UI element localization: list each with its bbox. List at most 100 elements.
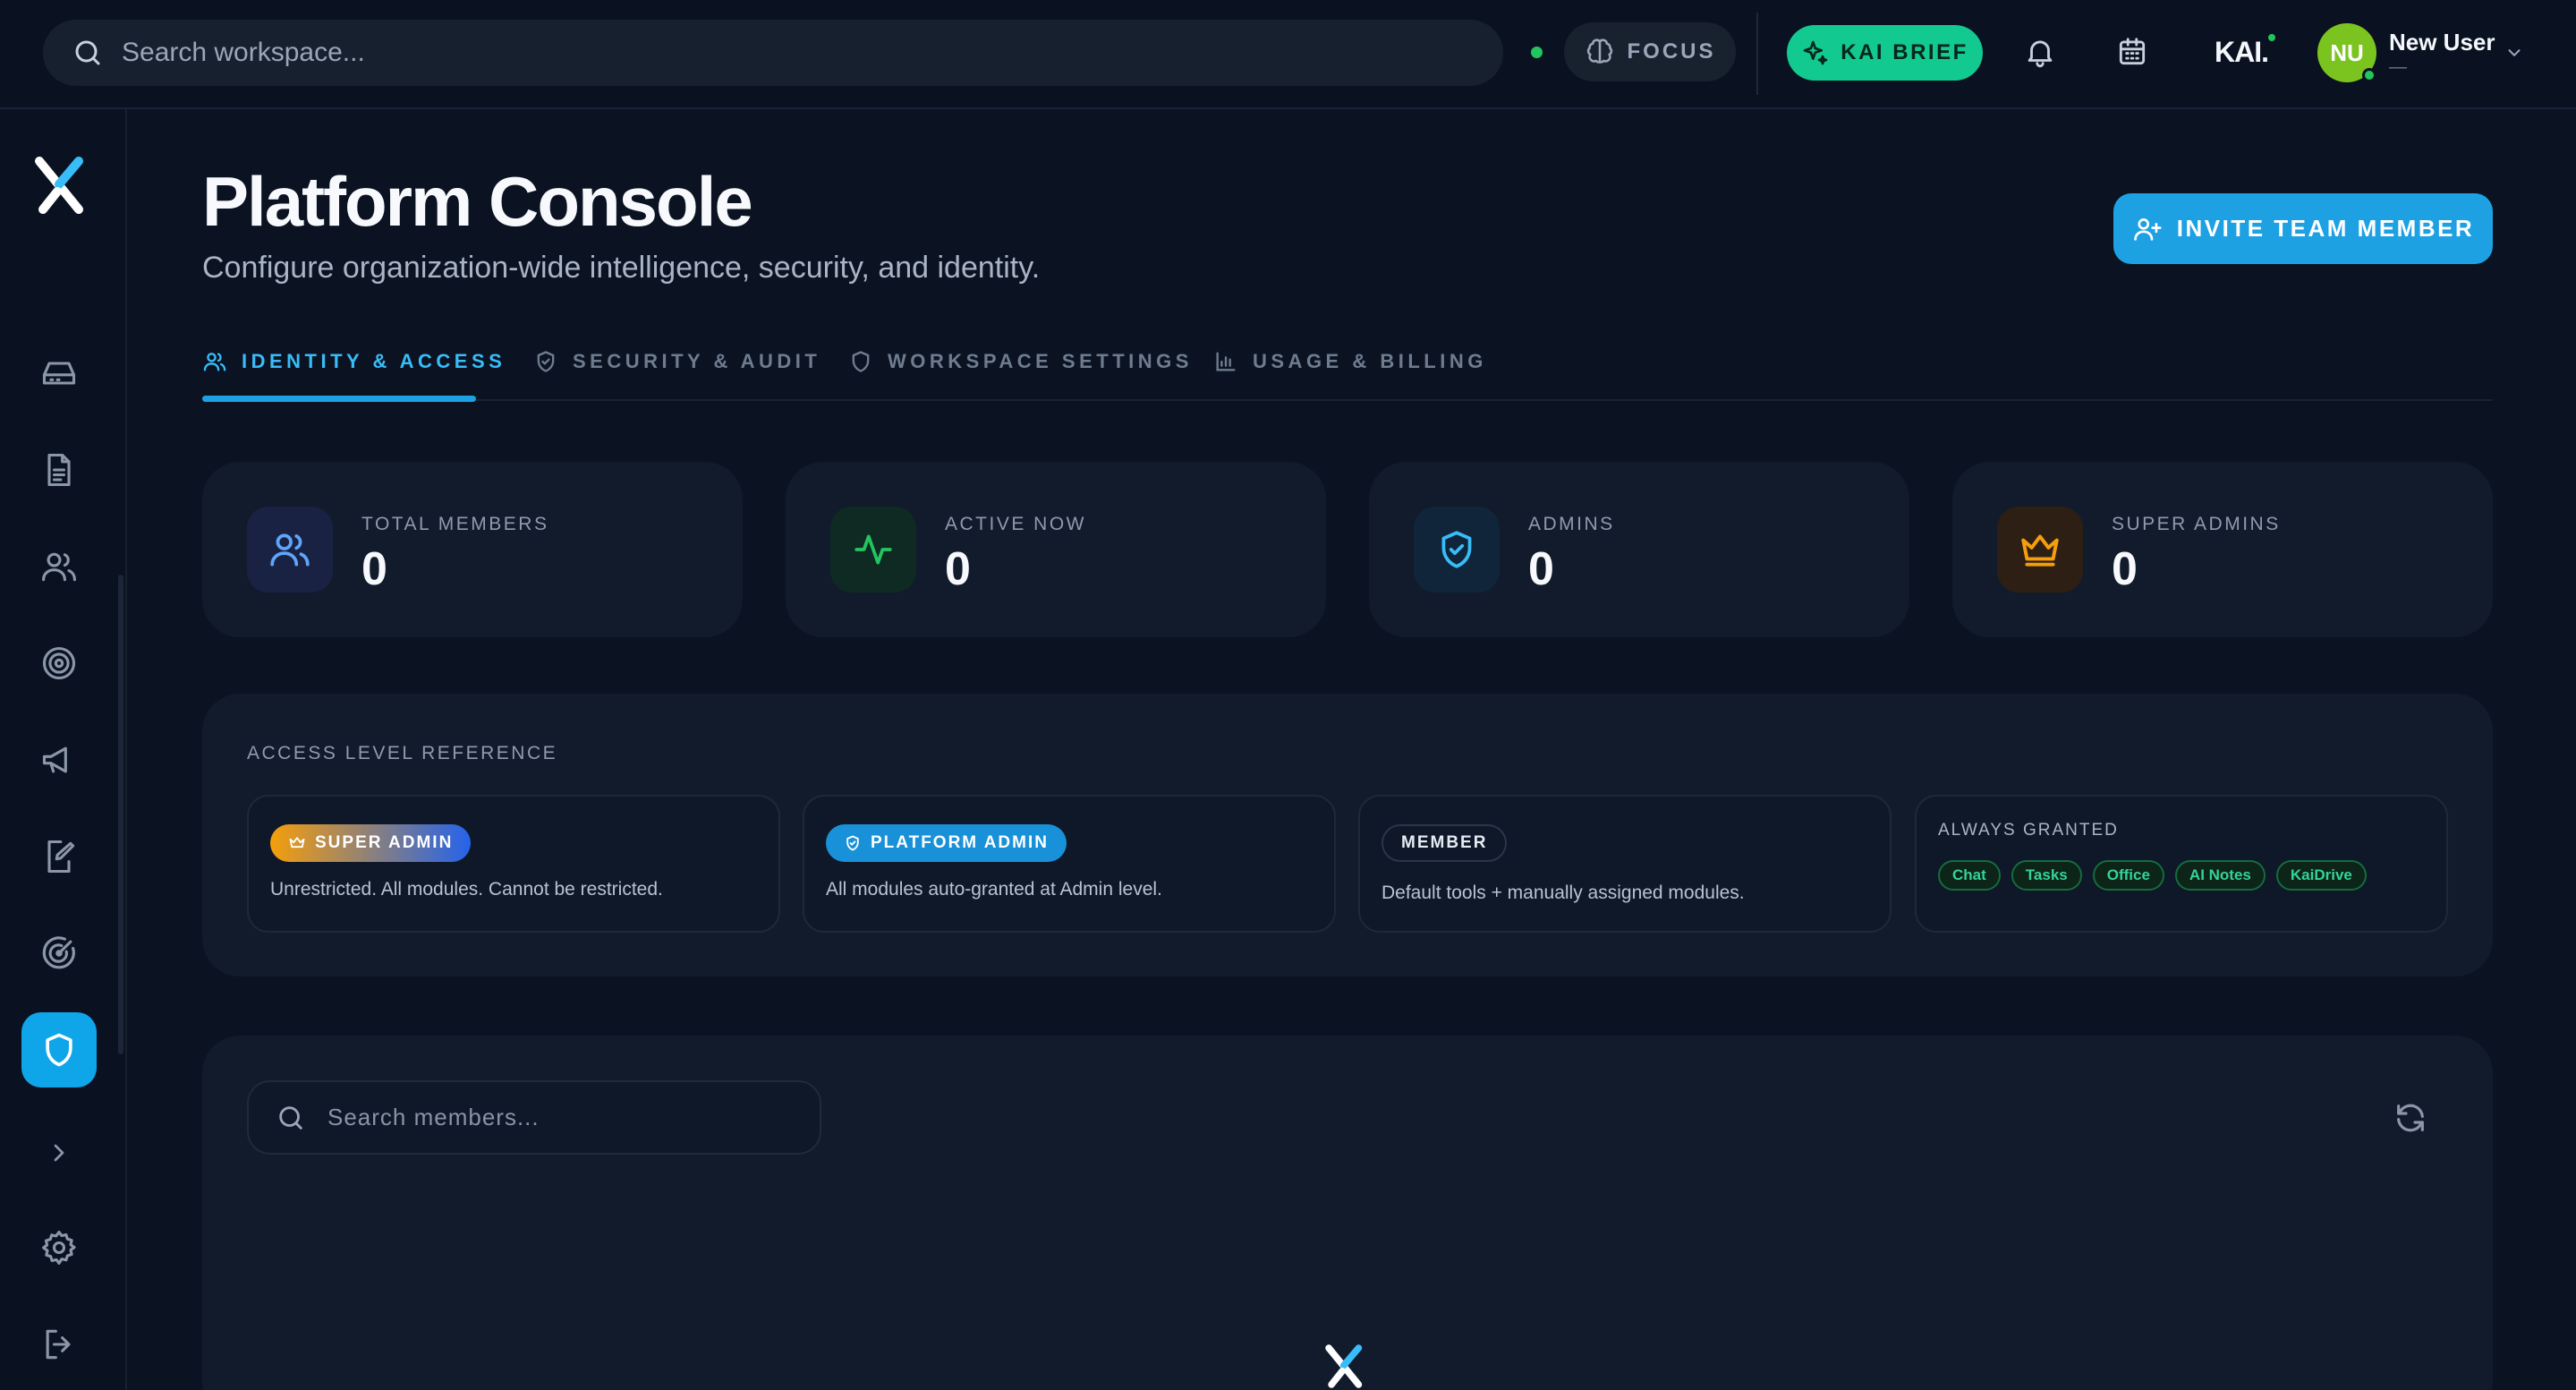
sidebar-item-radar[interactable] [21,916,97,991]
crown-icon [2018,527,2062,572]
access-description: All modules auto-granted at Admin level. [826,879,1162,900]
stat-icon-box [830,507,916,593]
edit-icon [39,837,79,876]
status-dot [1531,47,1543,58]
tab-security-audit[interactable]: SECURITY & AUDIT [533,349,820,374]
target-icon [39,644,79,683]
crown-icon [288,834,306,852]
tab-identity-access[interactable]: IDENTITY & ACCESS [202,349,506,374]
stat-value: 0 [361,543,387,595]
stat-card-total-members: TOTAL MEMBERS 0 [202,462,743,637]
stat-label: ACTIVE NOW [945,514,1087,534]
calendar-icon[interactable] [2115,34,2149,70]
shield-check-icon [533,349,558,374]
users-icon [202,349,227,374]
module-pill: AI Notes [2174,860,2266,891]
logout-icon [39,1325,79,1364]
stat-card-active-now: ACTIVE NOW 0 [786,462,1326,637]
sidebar-item-team[interactable] [21,529,97,604]
bell-icon[interactable] [2023,34,2057,70]
shield-check-icon [1434,527,1479,572]
access-description: Unrestricted. All modules. Cannot be res… [270,879,663,900]
kai-logo[interactable]: KAI. [2215,34,2275,69]
stat-value: 0 [945,543,971,595]
brain-icon [1585,37,1615,67]
tab-label: SECURITY & AUDIT [573,350,821,372]
badge-label: PLATFORM ADMIN [871,833,1049,852]
badge-label: MEMBER [1401,833,1488,852]
kai-online-dot [2268,34,2275,41]
tab-workspace-settings[interactable]: WORKSPACE SETTINGS [848,349,1193,374]
sidebar-settings-button[interactable] [21,1210,97,1285]
access-card-member: MEMBER Default tools + manually assigned… [1358,795,1892,933]
document-icon [39,450,79,490]
loading-logo-icon [1319,1343,1373,1390]
badge-label: SUPER ADMIN [315,833,454,852]
chevron-down-icon[interactable] [2504,43,2524,63]
super-admin-badge: SUPER ADMIN [270,824,472,862]
focus-button[interactable]: FOCUS [1564,22,1736,81]
access-card-always-granted: ALWAYS GRANTED Chat Tasks Office AI Note… [1915,795,2448,933]
module-pill: Chat [1938,860,2001,891]
active-tab-indicator [202,396,476,402]
page-subtitle: Configure organization-wide intelligence… [202,251,1041,285]
sidebar-logout-button[interactable] [21,1307,97,1382]
access-description: Default tools + manually assigned module… [1382,883,1745,903]
section-title: ACCESS LEVEL REFERENCE [247,743,558,763]
bar-chart-icon [1213,349,1238,374]
shield-icon [39,1030,79,1070]
tab-usage-billing[interactable]: USAGE & BILLING [1213,349,1487,374]
stat-label: TOTAL MEMBERS [361,514,549,534]
member-search-input[interactable]: Search members... [247,1080,821,1155]
megaphone-icon [39,740,79,780]
access-card-super-admin: SUPER ADMIN Unrestricted. All modules. C… [247,795,780,933]
workspace-search-placeholder: Search workspace... [122,38,365,67]
refresh-icon[interactable] [2393,1100,2428,1136]
user-subtitle: — [2389,57,2407,77]
stat-label: ADMINS [1528,514,1615,534]
stat-value: 0 [1528,543,1554,595]
sidebar-scrollbar[interactable] [118,575,123,1054]
user-avatar[interactable]: NU [2317,23,2376,82]
kai-brief-label: KAI BRIEF [1841,40,1968,64]
kai-brief-button[interactable]: KAI BRIEF [1787,25,1983,81]
app-logo-icon[interactable] [34,154,89,217]
sidebar-item-inbox[interactable] [21,336,97,411]
member-badge: MEMBER [1382,824,1508,862]
sidebar-item-documents[interactable] [21,432,97,507]
sparkles-icon [1801,38,1830,67]
tab-label: WORKSPACE SETTINGS [888,350,1193,372]
stat-icon-box [1997,507,2083,593]
chevron-right-icon [45,1138,73,1167]
user-initials: NU [2330,38,2364,66]
users-icon [268,527,312,572]
inbox-icon [39,354,79,393]
tab-label: IDENTITY & ACCESS [242,350,506,372]
sidebar-item-admin[interactable] [21,1012,97,1087]
workspace-search-input[interactable]: Search workspace... [43,20,1503,86]
online-status-dot [2362,68,2376,82]
member-search-placeholder: Search members... [327,1104,540,1130]
platform-admin-badge: PLATFORM ADMIN [826,824,1067,862]
focus-label: FOCUS [1627,39,1716,64]
sidebar-expand-button[interactable] [21,1115,97,1190]
users-icon [39,547,79,586]
sidebar-item-announcements[interactable] [21,722,97,797]
tab-label: USAGE & BILLING [1253,350,1487,372]
module-pill: KaiDrive [2275,860,2367,891]
always-granted-title: ALWAYS GRANTED [1938,821,2119,840]
page-title: Platform Console [202,162,753,241]
stat-icon-box [247,507,333,593]
sidebar-item-notes[interactable] [21,819,97,894]
stat-label: SUPER ADMINS [2112,514,2281,534]
divider [1756,13,1758,95]
activity-icon [851,527,896,572]
top-bar: Search workspace... FOCUS KAI BRIEF KAI.… [0,0,2576,109]
search-icon [276,1103,306,1133]
user-name[interactable]: New User [2389,29,2495,56]
user-plus-icon [2132,214,2163,244]
sidebar-item-goals[interactable] [21,626,97,701]
invite-team-member-button[interactable]: INVITE TEAM MEMBER [2113,193,2493,264]
shield-check-icon [844,834,862,852]
gear-icon [39,1228,79,1267]
